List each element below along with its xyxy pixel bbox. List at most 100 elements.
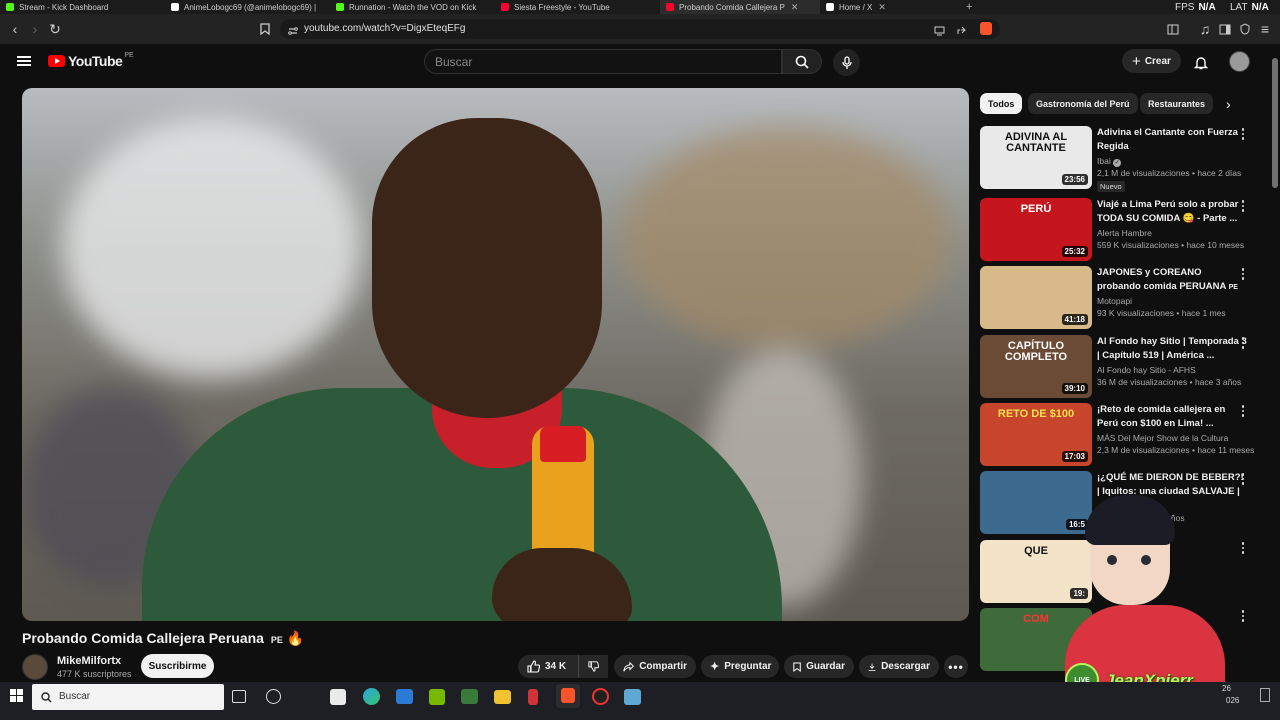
chip-gastronomia[interactable]: Gastronomía del Perú (1028, 93, 1138, 114)
more-vertical-icon[interactable] (1238, 542, 1248, 556)
more-vertical-icon[interactable] (1238, 473, 1248, 487)
back-icon[interactable]: ‹ (6, 20, 24, 38)
vtube-studio-icon[interactable] (624, 689, 641, 705)
video-player[interactable] (22, 88, 969, 621)
view-count: 559 K visualizaciones (1097, 240, 1179, 250)
brave-taskbar-button[interactable] (556, 684, 580, 708)
store-icon[interactable] (330, 689, 346, 705)
browser-tab[interactable]: Runnation - Watch the VOD on Kick (330, 0, 495, 14)
like-count: 34 K (545, 661, 567, 672)
performance-icon[interactable] (266, 689, 281, 704)
more-vertical-icon[interactable] (1238, 405, 1248, 419)
recommended-channel[interactable]: Alerta Hambre (1097, 228, 1152, 238)
share-button[interactable]: Compartir (614, 655, 696, 678)
browser-tab[interactable]: Siesta Freestyle - YouTube (495, 0, 660, 14)
scrollbar-thumb[interactable] (1272, 58, 1278, 188)
menu-icon[interactable]: ≡ (1256, 20, 1274, 38)
video-thumbnail[interactable]: 41:18 (980, 266, 1092, 329)
nvidia-icon[interactable] (429, 689, 445, 705)
chevron-right-icon[interactable]: › (1226, 96, 1231, 112)
browser-tab[interactable]: Home / X ✕ (820, 0, 960, 14)
browser-tab-active[interactable]: Probando Comida Callejera P ✕ (660, 0, 820, 14)
recommended-channel[interactable]: MÁS Del Mejor Show de la Cultura (1097, 433, 1228, 443)
recommended-video[interactable]: PERÚ 25:32 Viajé a Lima Perú solo a probar… (980, 198, 1260, 262)
bookmark-icon (793, 661, 801, 672)
mail-icon[interactable] (396, 689, 413, 704)
create-button[interactable]: + Crear (1122, 49, 1181, 73)
close-icon[interactable]: ✕ (878, 2, 886, 13)
brave-shield-icon[interactable] (980, 22, 992, 35)
app-icon[interactable] (528, 689, 538, 705)
recommended-channel[interactable]: Ibai ✓ (1097, 156, 1122, 167)
sidebar-panel-icon[interactable] (1164, 20, 1182, 38)
channel-avatar[interactable] (22, 654, 48, 680)
bell-icon (1194, 56, 1208, 69)
vpn-shield-icon[interactable] (1236, 20, 1254, 38)
file-explorer-icon[interactable] (494, 690, 511, 704)
obs-icon[interactable] (592, 688, 609, 705)
youtube-logo[interactable]: YouTube PE (48, 51, 134, 69)
notifications-button[interactable] (1190, 51, 1212, 73)
video-thumbnail[interactable]: PERÚ 25:32 (980, 198, 1092, 261)
more-vertical-icon[interactable] (1238, 610, 1248, 624)
voice-search-button[interactable] (833, 49, 860, 76)
taskbar-search[interactable]: Buscar (32, 684, 224, 710)
ask-button[interactable]: ✦ Preguntar (701, 655, 779, 678)
close-icon[interactable]: ✕ (791, 2, 799, 13)
address-bar[interactable]: youtube.com/watch?v=DigxEteqEFg (280, 19, 1000, 39)
bookmark-icon[interactable] (256, 20, 274, 38)
task-view-icon[interactable] (232, 690, 246, 703)
more-vertical-icon[interactable] (1238, 337, 1248, 351)
download-button[interactable]: Descargar (859, 655, 939, 678)
notification-center-icon[interactable] (1260, 688, 1270, 702)
more-actions-button[interactable]: ••• (944, 655, 968, 678)
new-tab-button[interactable]: + (960, 0, 980, 14)
recommended-video[interactable]: RETO DE $100 17:03 ¡Reto de comida calleje… (980, 403, 1260, 467)
recommended-video[interactable]: 41:18 JAPONES y COREANO probando comida P… (980, 266, 1260, 330)
hamburger-menu-icon[interactable] (17, 56, 31, 66)
video-thumbnail[interactable]: ADIVINA AL CANTANTE 23:56 (980, 126, 1092, 189)
chip-todos[interactable]: Todos (980, 93, 1023, 114)
recommended-video[interactable]: ADIVINA AL CANTANTE 23:56 Adivina el Canta… (980, 126, 1260, 192)
scrollbar[interactable] (1272, 48, 1278, 680)
split-view-icon[interactable] (1216, 20, 1234, 38)
cast-icon[interactable] (934, 23, 945, 41)
more-vertical-icon[interactable] (1238, 268, 1248, 282)
recommended-title[interactable]: Al Fondo hay Sitio | Temporada 3 | Capít… (1097, 335, 1247, 362)
more-vertical-icon[interactable] (1238, 200, 1248, 214)
recommended-title[interactable]: Adivina el Cantante con Fuerza Regida (1097, 126, 1247, 153)
recommended-title[interactable]: Viajé a Lima Perú solo a probar TODA SU … (1097, 198, 1247, 225)
browser-tab[interactable]: Stream - Kick Dashboard (0, 0, 165, 14)
music-icon[interactable]: ♫ (1196, 20, 1214, 38)
chip-restaurantes[interactable]: Restaurantes (1140, 93, 1214, 114)
more-vertical-icon[interactable] (1238, 128, 1248, 142)
recommended-channel[interactable]: Motopapi (1097, 296, 1132, 306)
recommended-channel[interactable]: Al Fondo hay Sitio - AFHS (1097, 365, 1196, 375)
account-avatar[interactable] (1229, 51, 1250, 72)
forward-icon[interactable]: › (26, 20, 44, 38)
search-button[interactable] (782, 49, 822, 74)
edge-icon[interactable] (363, 688, 380, 705)
logo-region: PE (124, 51, 134, 59)
view-count: 93 K visualizaciones (1097, 308, 1175, 318)
taskbar-date: 026 (1226, 696, 1240, 705)
recommended-title[interactable]: JAPONES y COREANO probando comida PERUAN… (1097, 266, 1247, 293)
youtube-play-icon (48, 55, 65, 67)
reload-icon[interactable]: ↻ (46, 20, 64, 38)
video-thumbnail[interactable]: RETO DE $100 17:03 (980, 403, 1092, 466)
search-input[interactable] (435, 55, 755, 69)
browser-tab[interactable]: AnimeLobogc69 (@animelobogc69) | (165, 0, 330, 14)
save-button[interactable]: Guardar (784, 655, 854, 678)
recommended-title[interactable]: ¡¿QUÉ ME DIERON DE BEBER?! | Iquitos: un… (1097, 471, 1247, 498)
video-thumbnail[interactable]: CAPÍTULO COMPLETO 39:10 (980, 335, 1092, 398)
dislike-button[interactable] (578, 655, 608, 678)
recommended-title[interactable]: ¡Reto de comida callejera en Perú con $1… (1097, 403, 1247, 430)
subscribe-button[interactable]: Suscribirme (141, 654, 214, 678)
windows-start-icon[interactable] (10, 689, 23, 707)
channel-name[interactable]: MikeMilfortx (57, 655, 121, 667)
tab-title: Probando Comida Callejera P (679, 2, 785, 12)
recommended-video[interactable]: CAPÍTULO COMPLETO 39:10 Al Fondo hay Sitio… (980, 335, 1260, 399)
minecraft-icon[interactable] (461, 689, 478, 704)
share-icon[interactable] (956, 23, 967, 41)
site-info-icon[interactable] (288, 23, 298, 41)
